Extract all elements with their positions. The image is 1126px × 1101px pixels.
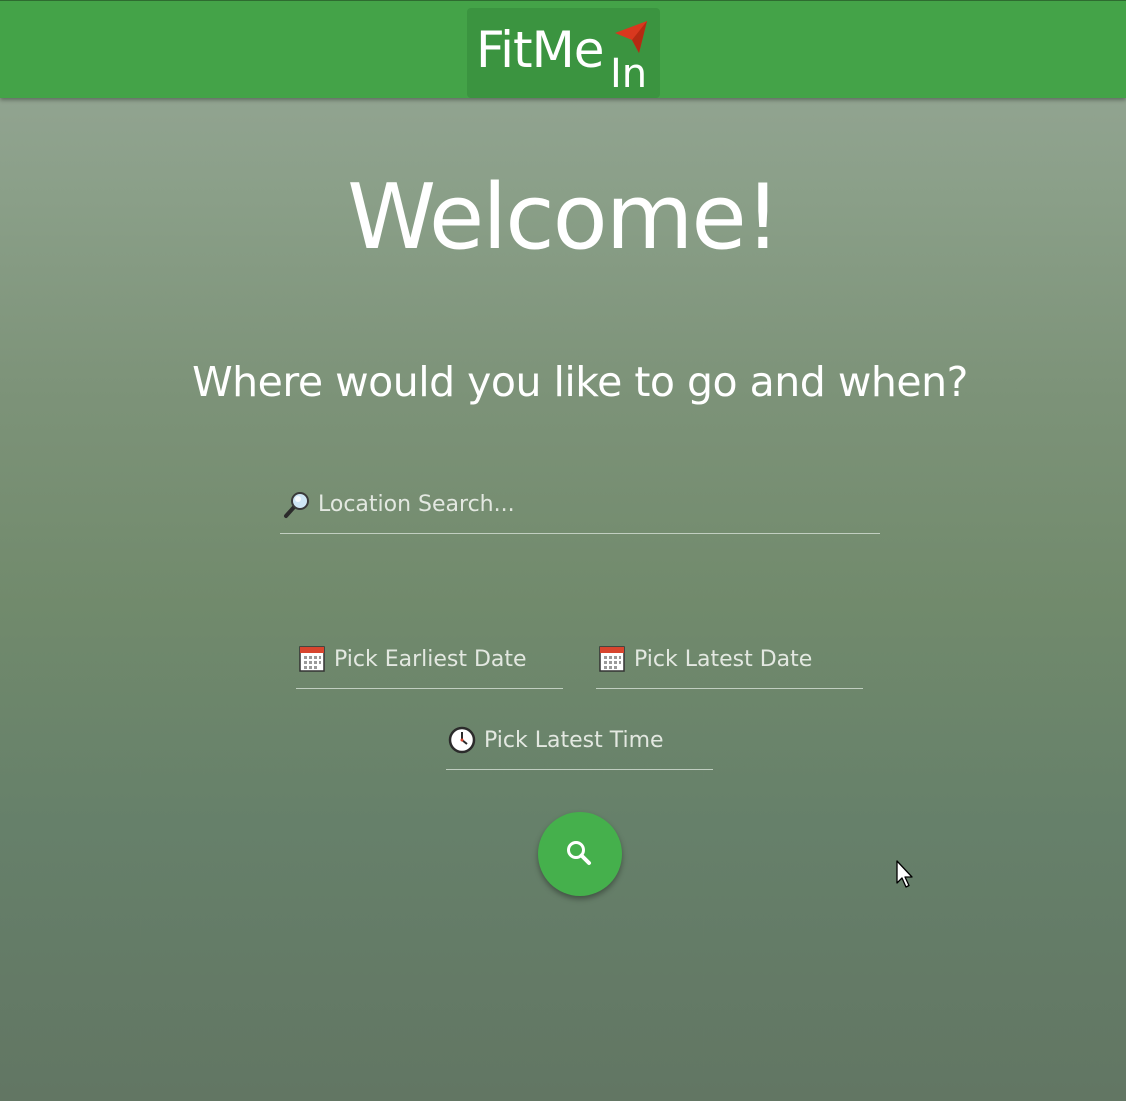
red-arrow-icon [615,21,647,53]
search-button[interactable] [538,812,622,896]
clock-icon [448,726,476,754]
latest-time-field[interactable] [446,711,713,770]
location-search-field[interactable] [280,476,880,534]
logo-text-fitme: FitMe [476,21,605,79]
search-icon [567,841,591,865]
top-bar: FitMe In [0,0,1126,98]
page-subtitle: Where would you like to go and when? [192,358,968,406]
mouse-cursor-icon [896,860,913,888]
earliest-date-field[interactable] [296,630,563,689]
latest-date-field[interactable] [596,630,863,689]
magnifier-icon [282,491,310,519]
app-logo[interactable]: FitMe In [467,8,660,98]
logo-text-in: In [610,51,648,97]
earliest-date-input[interactable] [334,630,561,688]
location-search-input[interactable] [318,476,878,533]
latest-date-input[interactable] [634,630,861,688]
calendar-icon [298,645,326,673]
latest-time-input[interactable] [484,711,711,769]
calendar-icon [598,645,626,673]
page-title: Welcome! [347,165,781,270]
